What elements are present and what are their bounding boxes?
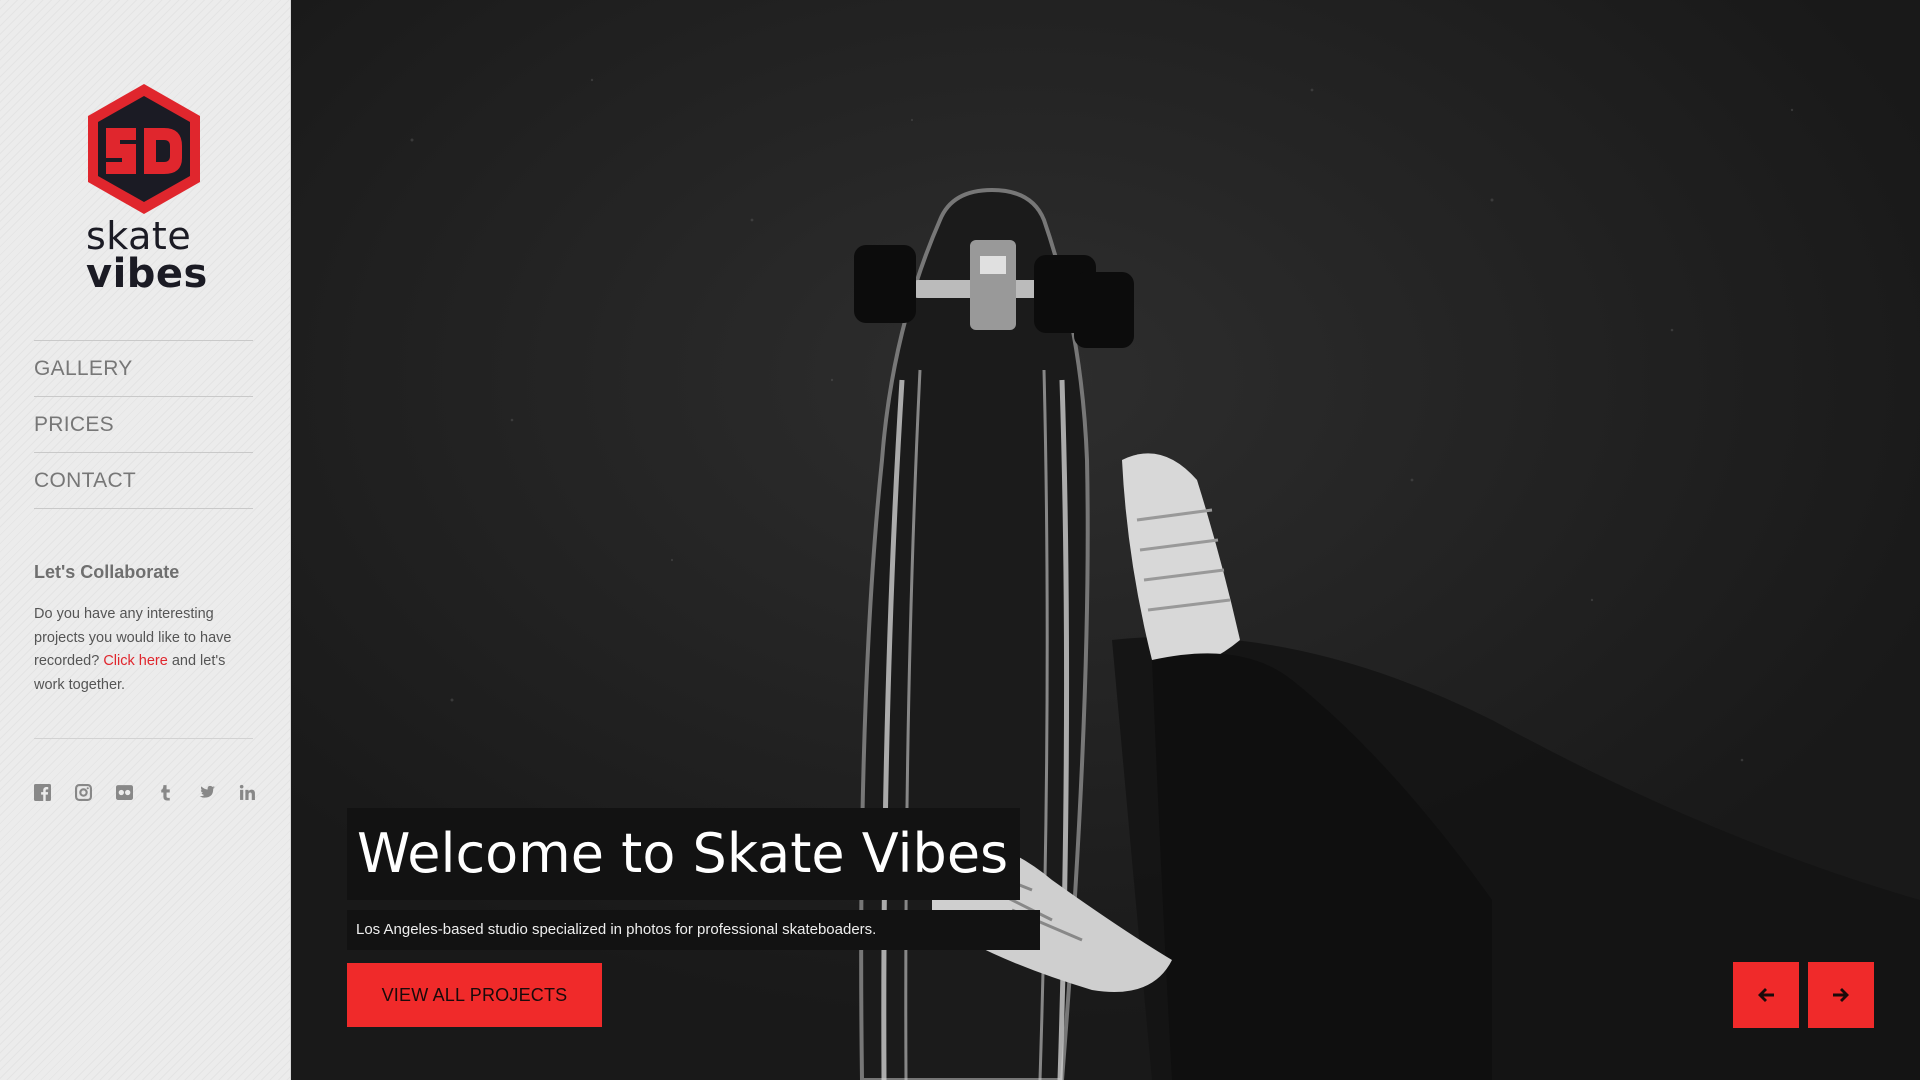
logo[interactable]: skate vibes (84, 82, 208, 297)
sidebar-divider (34, 738, 253, 739)
nav-item-gallery[interactable]: GALLERY (34, 341, 253, 397)
tumblr-icon[interactable] (157, 782, 198, 802)
hero-slider: Welcome to Skate Vibes Los Angeles-based… (292, 0, 1920, 1080)
nav-item-prices[interactable]: PRICES (34, 397, 253, 453)
sidebar: skate vibes GALLERY PRICES CONTACT Let's… (0, 0, 291, 1080)
twitter-icon[interactable] (198, 782, 239, 802)
logo-mark (88, 84, 200, 214)
nav-item-contact[interactable]: CONTACT (34, 453, 253, 509)
main-nav: GALLERY PRICES CONTACT (34, 340, 253, 509)
collaborate-text: Do you have any interesting projects you… (34, 603, 253, 697)
arrow-left-icon (1758, 988, 1774, 1002)
facebook-icon[interactable] (34, 782, 75, 802)
hero-subtitle: Los Angeles-based studio specialized in … (347, 910, 1040, 950)
click-here-link[interactable]: Click here (103, 653, 167, 669)
logo-text-skate: skate (86, 214, 192, 258)
collaborate-section: Let's Collaborate Do you have any intere… (34, 562, 253, 697)
logo-text-vibes: vibes (86, 251, 208, 297)
social-links (34, 782, 280, 802)
instagram-icon[interactable] (75, 782, 116, 802)
slider-next-button[interactable] (1808, 962, 1874, 1028)
view-all-projects-button[interactable]: VIEW ALL PROJECTS (347, 963, 602, 1027)
slider-prev-button[interactable] (1733, 962, 1799, 1028)
arrow-right-icon (1833, 988, 1849, 1002)
logo-wordmark: skate vibes (86, 214, 208, 297)
collaborate-title: Let's Collaborate (34, 562, 180, 582)
hero-title: Welcome to Skate Vibes (347, 808, 1021, 900)
hero-caption: Welcome to Skate Vibes Los Angeles-based… (347, 808, 1040, 950)
linkedin-icon[interactable] (239, 782, 280, 802)
flickr-icon[interactable] (116, 782, 157, 802)
